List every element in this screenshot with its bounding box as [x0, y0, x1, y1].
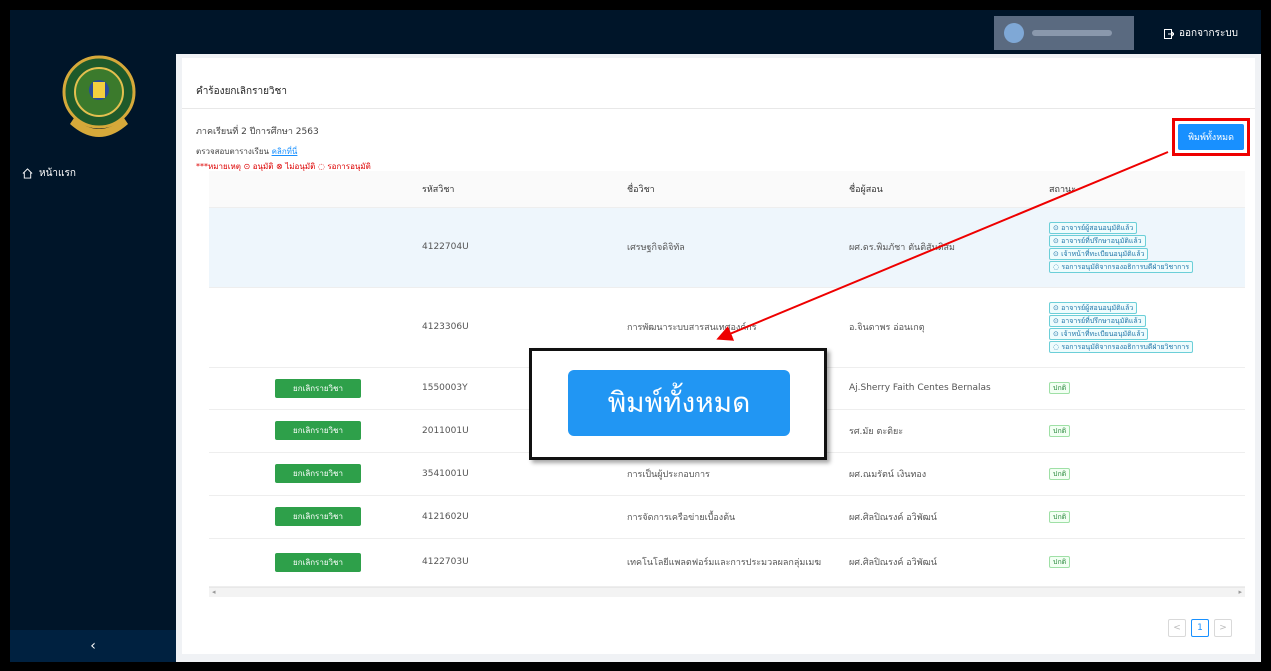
pagination: < 1 >: [1168, 619, 1232, 637]
logout-button[interactable]: ออกจากระบบ: [1164, 26, 1238, 41]
status-tag: ⊙ อาจารย์ผู้สอนอนุมัติแล้ว: [1049, 221, 1138, 234]
status-tag: ◌ รอการอนุมัติจากรองอธิการบดีฝ่ายวิชาการ: [1049, 340, 1194, 353]
sidebar-item-label: หน้าแรก: [39, 168, 76, 179]
action-cell: [209, 287, 412, 368]
cancel-course-button[interactable]: ยกเลิกรายวิชา: [275, 552, 361, 572]
check-schedule-text: ตรวจสอบตารางเรียน: [196, 147, 270, 156]
teacher-name: รศ.มัย ตะติยะ: [839, 409, 1039, 453]
status-tag: ⊙ อาจารย์ที่ปรึกษาอนุมัติแล้ว: [1049, 234, 1146, 247]
status-tag: ปกติ: [1049, 424, 1071, 437]
chevron-left-icon: ‹: [90, 638, 96, 654]
app-frame: หน้าแรก ‹ ออกจากระบบ คำร้องยกเลิกรายวิชา…: [10, 10, 1261, 662]
action-cell: [209, 207, 412, 288]
logout-label: ออกจากระบบ: [1179, 28, 1239, 39]
teacher-name: ผศ.ศิลปิณรงค์ อวิพัฒน์: [839, 495, 1039, 539]
highlight-box: [1172, 118, 1250, 156]
column-header-status: สถานะ: [1039, 171, 1245, 208]
home-icon: [22, 168, 33, 179]
course-name: เทคโนโลยีแพลตฟอร์มและการประมวลผลกลุ่มเมฆ: [617, 538, 839, 587]
status-tag: ปกติ: [1049, 382, 1071, 394]
status-cell: ปกติ: [1039, 452, 1245, 496]
divider: [182, 108, 1255, 109]
teacher-name: Aj.Sherry Faith Centes Bernalas: [839, 367, 1039, 410]
user-profile[interactable]: [994, 16, 1134, 50]
page-title: คำร้องยกเลิกรายวิชา: [196, 86, 287, 97]
column-header-action: [209, 171, 412, 208]
cancel-course-button[interactable]: ยกเลิกรายวิชา: [275, 421, 361, 440]
status-tag: ◌ รอการอนุมัติจากรองอธิการบดีฝ่ายวิชาการ: [1049, 260, 1194, 273]
print-all-button-zoomed[interactable]: พิมพ์ทั้งหมด: [568, 370, 790, 436]
cancel-course-button[interactable]: ยกเลิกรายวิชา: [275, 378, 361, 398]
cancel-course-button[interactable]: ยกเลิกรายวิชา: [275, 507, 361, 526]
sidebar: หน้าแรก ‹: [10, 10, 176, 662]
course-code: 4121602U: [412, 495, 617, 539]
course-code: 4122704U: [412, 207, 617, 288]
column-header-code: รหัสวิชา: [412, 171, 617, 208]
scroll-right-icon[interactable]: ▸: [1238, 588, 1242, 596]
status-cell: ปกติ: [1039, 409, 1245, 453]
next-page-button[interactable]: >: [1214, 619, 1232, 637]
horizontal-scrollbar[interactable]: ◂ ▸: [209, 586, 1245, 597]
status-tag: ⊙ เจ้าหน้าที่ทะเบียนอนุมัติแล้ว: [1049, 247, 1149, 260]
course-name: การจัดการเครือข่ายเบื้องต้น: [617, 495, 839, 539]
avatar: [1004, 23, 1024, 43]
course-name: เศรษฐกิจดิจิทัล: [617, 207, 839, 288]
action-cell: ยกเลิกรายวิชา: [209, 452, 412, 496]
table-row: 4122704U เศรษฐกิจดิจิทัล ผศ.ดร.พิมภัชา ต…: [209, 207, 1245, 288]
term-label: ภาคเรียนที่ 2 ปีการศึกษา 2563: [196, 127, 319, 137]
top-header: ออกจากระบบ: [176, 10, 1261, 54]
table-header-row: รหัสวิชา ชื่อวิชา ชื่อผู้สอน สถานะ: [209, 171, 1245, 208]
status-tag: ปกติ: [1049, 510, 1071, 523]
sidebar-collapse-button[interactable]: ‹: [10, 630, 176, 662]
logout-icon: [1164, 28, 1174, 39]
status-cell: ⊙ อาจารย์ผู้สอนอนุมัติแล้ว ⊙ อาจารย์ที่ป…: [1039, 207, 1245, 288]
action-cell: ยกเลิกรายวิชา: [209, 538, 412, 587]
sidebar-item-home[interactable]: หน้าแรก: [22, 166, 76, 181]
action-cell: ยกเลิกรายวิชา: [209, 367, 412, 410]
status-tag: ปกติ: [1049, 556, 1071, 568]
table-row: ยกเลิกรายวิชา 4122703U เทคโนโลยีแพลตฟอร์…: [209, 538, 1245, 587]
status-cell: ⊙ อาจารย์ผู้สอนอนุมัติแล้ว ⊙ อาจารย์ที่ป…: [1039, 287, 1245, 368]
teacher-name: ผศ.ดร.พิมภัชา ตันติสันติสม: [839, 207, 1039, 288]
check-schedule-line: ตรวจสอบตารางเรียน คลิกที่นี่: [196, 145, 297, 158]
prev-page-button[interactable]: <: [1168, 619, 1186, 637]
column-header-teacher: ชื่อผู้สอน: [839, 171, 1039, 208]
status-tag: ⊙ อาจารย์ที่ปรึกษาอนุมัติแล้ว: [1049, 314, 1146, 327]
status-tag: ⊙ เจ้าหน้าที่ทะเบียนอนุมัติแล้ว: [1049, 327, 1149, 340]
user-name-blurred: [1032, 30, 1112, 36]
status-cell: ปกติ: [1039, 538, 1245, 587]
teacher-name: ผศ.ณมรัตน์ เงินทอง: [839, 452, 1039, 496]
status-tag: ⊙ อาจารย์ผู้สอนอนุมัติแล้ว: [1049, 301, 1138, 314]
table-row: ยกเลิกรายวิชา 4121602U การจัดการเครือข่า…: [209, 495, 1245, 539]
scroll-left-icon[interactable]: ◂: [212, 588, 216, 596]
course-code: 4122703U: [412, 538, 617, 587]
teacher-name: อ.จินดาพร อ่อนเกตุ: [839, 287, 1039, 368]
status-tag: ปกติ: [1049, 467, 1071, 480]
check-schedule-link[interactable]: คลิกที่นี่: [272, 147, 298, 156]
column-header-name: ชื่อวิชา: [617, 171, 839, 208]
cancel-course-button[interactable]: ยกเลิกรายวิชา: [275, 464, 361, 483]
status-cell: ปกติ: [1039, 495, 1245, 539]
teacher-name: ผศ.ศิลปิณรงค์ อวิพัฒน์: [839, 538, 1039, 587]
action-cell: ยกเลิกรายวิชา: [209, 409, 412, 453]
zoom-callout: พิมพ์ทั้งหมด: [529, 348, 827, 460]
page-number-button[interactable]: 1: [1191, 619, 1209, 637]
university-logo: [62, 55, 136, 137]
action-cell: ยกเลิกรายวิชา: [209, 495, 412, 539]
status-cell: ปกติ: [1039, 367, 1245, 410]
